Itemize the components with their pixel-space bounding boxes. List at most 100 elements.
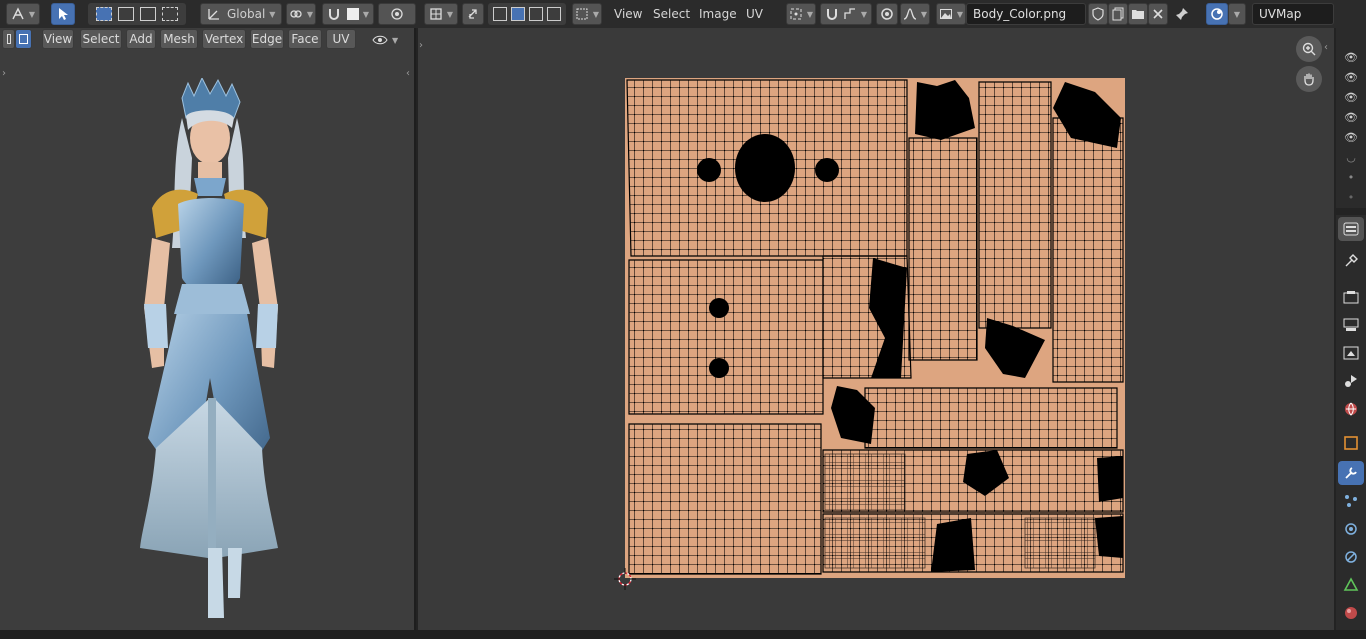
sync-selection-button[interactable] xyxy=(462,3,484,25)
eye-hidden-icon[interactable]: ◡ xyxy=(1342,150,1360,164)
overlays-button[interactable] xyxy=(1206,3,1228,25)
toolbar-expand-icon[interactable]: › xyxy=(2,68,6,79)
eye-icon[interactable]: 👁 xyxy=(1342,110,1360,124)
fake-user-button[interactable] xyxy=(1088,3,1108,25)
eye-dim-icon[interactable]: • xyxy=(1342,190,1360,204)
sticky-selection-dropdown[interactable]: ▼ xyxy=(572,3,602,25)
tool-settings-icon[interactable] xyxy=(1338,249,1364,273)
island-mode-icon[interactable] xyxy=(547,7,561,21)
viewport-menu-edge[interactable]: Edge xyxy=(250,29,284,49)
outliner-strip: 👁 👁 👁 👁 👁 ◡ • • xyxy=(1336,28,1366,208)
face-mode-icon[interactable] xyxy=(529,7,543,21)
new-image-button[interactable] xyxy=(1108,3,1128,25)
viewport-menu-vertex[interactable]: Vertex xyxy=(202,29,246,49)
viewport-header: View Select Add Mesh Vertex Edge Face UV… xyxy=(0,28,416,52)
proportional-edit-button[interactable] xyxy=(378,3,416,25)
toolbar-toggle-a[interactable] xyxy=(2,29,15,49)
viewport-menu-view[interactable]: View xyxy=(42,29,74,49)
uv-texture-image[interactable] xyxy=(625,78,1125,578)
uv-proportional-icon xyxy=(881,8,893,20)
physics-icon[interactable] xyxy=(1338,517,1364,541)
object-icon[interactable] xyxy=(1338,431,1364,455)
uv-toolbar-expand-icon[interactable]: › xyxy=(419,40,423,51)
eye-visibility-icon xyxy=(372,35,388,45)
image-name-field[interactable]: Body_Color.png xyxy=(966,3,1086,25)
zoom-icon[interactable] xyxy=(1296,36,1322,62)
scene-icon[interactable] xyxy=(1338,369,1364,393)
toolbar-toggle-b[interactable] xyxy=(15,29,32,49)
sticky-select-icon xyxy=(576,8,588,20)
viewport-menu-select[interactable]: Select xyxy=(80,29,122,49)
eye-icon[interactable]: 👁 xyxy=(1342,90,1360,104)
data-icon[interactable] xyxy=(1338,573,1364,597)
select-extend-icon[interactable] xyxy=(118,7,134,21)
snap-grid-icon xyxy=(844,8,855,19)
eye-icon[interactable]: 👁 xyxy=(1342,70,1360,84)
viewport-menu-mesh[interactable]: Mesh xyxy=(160,29,198,49)
falloff-dropdown[interactable]: ▼ xyxy=(900,3,930,25)
select-invert-icon[interactable] xyxy=(162,7,178,21)
uv-editor-icon xyxy=(430,8,442,20)
panel-right-icon xyxy=(19,34,28,44)
constraints-icon[interactable] xyxy=(1338,545,1364,569)
pivot-dropdown[interactable]: ▼ xyxy=(286,3,316,25)
image-icon xyxy=(939,9,952,19)
hand-icon[interactable] xyxy=(1296,66,1322,92)
particles-icon[interactable] xyxy=(1338,489,1364,513)
material-icon[interactable] xyxy=(1338,601,1364,625)
editor-type-button[interactable]: ▼ xyxy=(6,3,40,25)
sidebar-expand-icon[interactable]: ‹ xyxy=(406,68,410,79)
uv-menu-uv[interactable]: UV xyxy=(738,3,771,25)
properties-editor-icon[interactable] xyxy=(1338,217,1364,241)
uv-editor[interactable]: › ‹ xyxy=(418,28,1334,630)
sync-icon xyxy=(468,9,477,19)
select-subtract-icon[interactable] xyxy=(140,7,156,21)
eye-icon[interactable]: 👁 xyxy=(1342,130,1360,144)
status-bar xyxy=(0,630,1366,639)
orientation-icon xyxy=(208,9,219,20)
transform-orientation-dropdown[interactable]: Global ▼ xyxy=(200,3,282,25)
uv-menu-view[interactable]: View xyxy=(606,3,650,25)
close-image-button[interactable] xyxy=(1148,3,1168,25)
eye-icon[interactable]: 👁 xyxy=(1342,50,1360,64)
pivot-icon xyxy=(290,10,302,18)
render-icon[interactable] xyxy=(1338,285,1364,309)
uv-sidebar-expand-icon[interactable]: ‹ xyxy=(1324,42,1328,53)
select-mode-group xyxy=(88,3,186,25)
top-header: ▼ Global ▼ ▼ ▼ ▼ ▼ View Select Image UV … xyxy=(0,0,1366,28)
orientation-label: Global xyxy=(227,7,266,21)
edge-mode-icon[interactable] xyxy=(511,7,525,21)
visibility-dropdown[interactable]: ▼ xyxy=(372,31,402,49)
character-model[interactable] xyxy=(112,78,312,618)
3d-viewport[interactable]: View Select Add Mesh Vertex Edge Face UV… xyxy=(0,28,416,630)
shield-icon xyxy=(1092,7,1104,21)
uv-proportional-button[interactable] xyxy=(876,3,898,25)
pin-button[interactable] xyxy=(1172,3,1192,25)
cursor-arrow-icon xyxy=(59,8,68,20)
folder-icon xyxy=(1132,10,1144,19)
image-browse-button[interactable]: ▼ xyxy=(936,3,966,25)
overlays-dropdown[interactable]: ▼ xyxy=(1228,3,1246,25)
eye-dim-icon[interactable]: • xyxy=(1342,170,1360,184)
magnet-icon xyxy=(328,9,339,20)
uv-select-mode-group xyxy=(488,3,566,25)
uv-pivot-dropdown[interactable]: ▼ xyxy=(786,3,816,25)
snap-button[interactable]: ▼ xyxy=(322,3,374,25)
uv-snap-button[interactable]: ▼ xyxy=(820,3,872,25)
world-icon[interactable] xyxy=(1338,397,1364,421)
viewport-menu-uv[interactable]: UV xyxy=(326,29,356,49)
uv-menu-image[interactable]: Image xyxy=(691,3,745,25)
viewport-menu-face[interactable]: Face xyxy=(288,29,322,49)
2d-cursor-icon[interactable] xyxy=(614,568,636,590)
view-layer-icon[interactable] xyxy=(1338,341,1364,365)
uv-map-field[interactable]: UVMap xyxy=(1252,3,1334,25)
output-icon[interactable] xyxy=(1338,313,1364,337)
vertex-mode-icon[interactable] xyxy=(493,7,507,21)
modifier-wrench-icon[interactable] xyxy=(1338,461,1364,485)
select-tool-button[interactable] xyxy=(51,3,75,25)
viewport-menu-add[interactable]: Add xyxy=(126,29,156,49)
falloff-curve-icon xyxy=(903,8,917,20)
open-image-button[interactable] xyxy=(1128,3,1148,25)
uv-editor-type-button[interactable]: ▼ xyxy=(424,3,458,25)
select-box-icon[interactable] xyxy=(96,7,112,21)
